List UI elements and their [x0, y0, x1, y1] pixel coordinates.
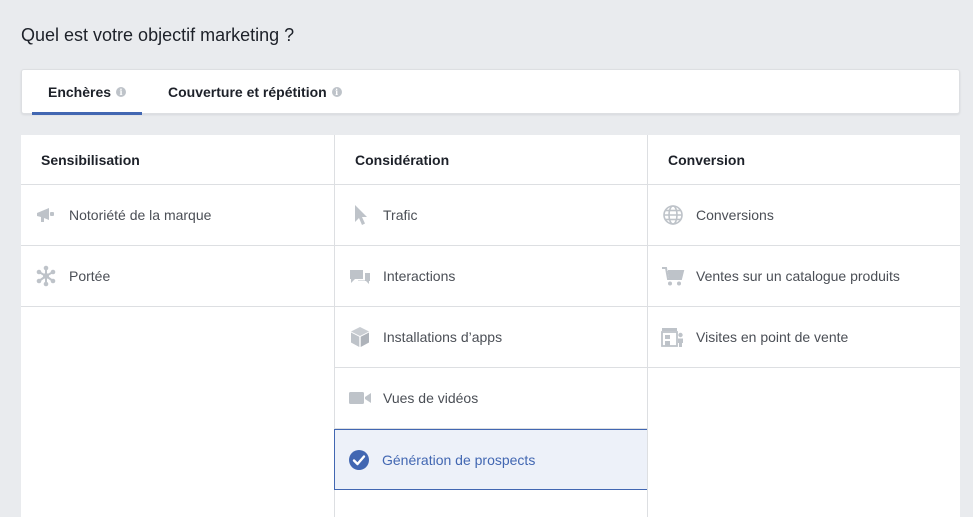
objective-label: Vues de vidéos	[383, 390, 479, 406]
column-sensibilisation: Sensibilisation Notoriété de la marque P…	[21, 135, 334, 517]
megaphone-icon	[33, 202, 59, 228]
objective-grid: Sensibilisation Notoriété de la marque P…	[21, 135, 960, 517]
column-header: Considération	[335, 135, 647, 185]
tab-bar: Enchères i Couverture et répétition i	[21, 69, 960, 115]
chat-bubbles-icon	[347, 263, 373, 289]
tab-couverture-repetition[interactable]: Couverture et répétition i	[156, 70, 354, 114]
shopping-cart-icon	[660, 263, 686, 289]
page: Quel est votre objectif marketing ? Ench…	[0, 0, 973, 517]
info-icon[interactable]: i	[116, 87, 127, 97]
objective-label: Ventes sur un catalogue produits	[696, 268, 900, 284]
objective-notoriete-marque[interactable]: Notoriété de la marque	[21, 185, 334, 246]
objective-conversions[interactable]: Conversions	[648, 185, 960, 246]
page-title: Quel est votre objectif marketing ?	[21, 25, 295, 45]
objective-interactions[interactable]: Interactions	[335, 246, 647, 307]
cube-icon	[347, 324, 373, 350]
store-icon	[660, 324, 686, 350]
column-header: Conversion	[648, 135, 960, 185]
objective-trafic[interactable]: Trafic	[335, 185, 647, 246]
check-circle-icon	[346, 447, 372, 473]
column-header: Sensibilisation	[21, 135, 334, 185]
objective-label: Installations d’apps	[383, 329, 503, 345]
objective-generation-prospects[interactable]: Génération de prospects	[334, 429, 648, 490]
cursor-icon	[347, 202, 373, 228]
column-conversion: Conversion Conversions Ventes sur un cat…	[647, 135, 960, 517]
objective-label: Trafic	[383, 207, 418, 223]
video-camera-icon	[347, 385, 373, 411]
tab-label: Couverture et répétition	[168, 84, 327, 100]
info-icon[interactable]: i	[331, 87, 342, 97]
tab-label: Enchères	[48, 84, 112, 100]
objective-label: Notoriété de la marque	[69, 207, 212, 223]
objective-label: Visites en point de vente	[696, 329, 849, 345]
objective-label: Conversions	[696, 207, 774, 223]
objective-visites-point-vente[interactable]: Visites en point de vente	[648, 307, 960, 368]
objective-installations-apps[interactable]: Installations d’apps	[335, 307, 647, 368]
objective-ventes-catalogue[interactable]: Ventes sur un catalogue produits	[648, 246, 960, 307]
reach-icon	[33, 263, 59, 289]
objective-label: Interactions	[383, 268, 456, 284]
objective-label: Portée	[69, 268, 111, 284]
objective-vues-videos[interactable]: Vues de vidéos	[335, 368, 647, 429]
objective-portee[interactable]: Portée	[21, 246, 334, 307]
tab-encheres[interactable]: Enchères i	[32, 70, 143, 115]
globe-icon	[660, 202, 686, 228]
objective-label: Génération de prospects	[382, 451, 536, 468]
column-consideration: Considération Trafic Interactions Instal…	[334, 135, 648, 517]
